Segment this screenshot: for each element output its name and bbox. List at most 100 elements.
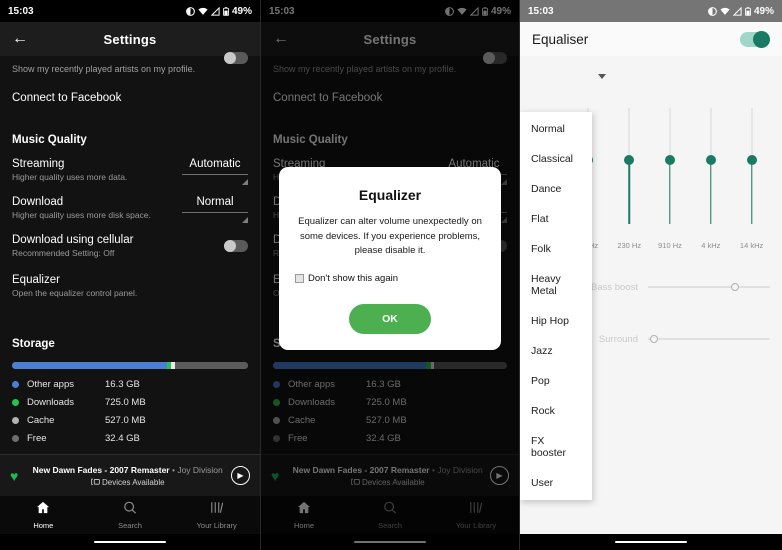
play-icon[interactable]: ▶ — [231, 466, 250, 485]
nav-library[interactable]: Your Library — [173, 501, 260, 530]
band-slider[interactable]: 230 Hz — [609, 108, 650, 258]
slider-thumb[interactable] — [664, 155, 675, 166]
devices-available-row[interactable]: Devices Available — [24, 475, 231, 487]
gesture-pill — [94, 540, 166, 544]
now-playing-text: New Dawn Fades - 2007 Remaster • Joy Div… — [24, 465, 231, 487]
band-slider[interactable]: 910 Hz — [650, 108, 691, 258]
preset-item[interactable]: Classical — [520, 144, 592, 174]
legend-label: Other apps — [27, 379, 74, 390]
music-quality-heading: Music Quality — [12, 134, 87, 146]
nav-home[interactable]: Home — [0, 501, 87, 530]
bass-boost-slider[interactable] — [648, 280, 770, 294]
recently-played-row[interactable]: Show my recently played artists on my pr… — [12, 52, 248, 74]
heart-filled-icon[interactable]: ♥ — [10, 468, 18, 484]
legend-value: 16.3 GB — [105, 379, 140, 390]
preset-item[interactable]: Flat — [520, 204, 592, 234]
battery-percent: 49% — [231, 5, 252, 17]
panel-settings: 15:03 49% ← Settings Show my recently pl… — [0, 0, 261, 550]
toggle-knob — [753, 30, 770, 48]
bottom-nav: Home Search Your Library — [0, 496, 260, 534]
preset-item[interactable]: Folk — [520, 234, 592, 264]
dont-show-again-label: Don't show this again — [308, 273, 399, 285]
preset-item[interactable]: Heavy Metal — [520, 264, 592, 306]
cellular-toggle[interactable] — [224, 240, 248, 252]
band-frequency-label: 4 kHz — [701, 241, 721, 250]
streaming-value: Automatic — [189, 158, 241, 170]
setting-streaming[interactable]: Streaming Higher quality uses more data.… — [12, 158, 248, 196]
download-spinner[interactable]: Normal — [182, 196, 248, 223]
storage-legend-row: Cache 527.0 MB — [12, 415, 248, 433]
track-name: New Dawn Fades - 2007 Remaster — [32, 464, 170, 475]
surround-slider[interactable] — [648, 332, 770, 346]
band-sliders: 60 Hz230 Hz910 Hz4 kHz14 kHz — [568, 108, 772, 258]
slider-thumb[interactable] — [730, 283, 739, 291]
battery-icon — [744, 6, 751, 16]
status-time: 15:03 — [8, 5, 34, 17]
battery-icon — [222, 6, 229, 16]
preset-item[interactable]: User — [520, 468, 592, 498]
band-frequency-label: 910 Hz — [658, 241, 682, 250]
slider-thumb[interactable] — [705, 155, 716, 166]
equaliser-enable-toggle[interactable] — [740, 30, 770, 48]
page-title: Settings — [103, 31, 157, 47]
home-icon — [37, 501, 50, 513]
preset-item[interactable]: Jazz — [520, 336, 592, 366]
status-time: 15:03 — [528, 5, 554, 17]
slider-thumb[interactable] — [746, 155, 757, 166]
gesture-pill — [615, 540, 687, 544]
equaliser-title: Equaliser — [532, 31, 589, 47]
cellular-description: Recommended Setting: Off — [12, 248, 115, 258]
band-frequency-label: 14 kHz — [739, 241, 764, 250]
streaming-text: Streaming Higher quality uses more data. — [12, 158, 127, 182]
dont-show-again-row[interactable]: Don't show this again — [295, 273, 485, 304]
now-playing-bar[interactable]: ♥ New Dawn Fades - 2007 Remaster • Joy D… — [0, 454, 260, 496]
settings-body: Show my recently played artists on my pr… — [0, 52, 260, 451]
setting-download-cellular[interactable]: Download using cellular Recommended Sett… — [12, 234, 248, 274]
settings-header: ← Settings — [0, 22, 260, 56]
legend-label: Free — [27, 433, 47, 444]
legend-color-dot — [12, 417, 19, 424]
ok-button[interactable]: OK — [349, 304, 431, 335]
download-value: Normal — [196, 196, 234, 208]
slider-thumb[interactable] — [650, 335, 659, 343]
preset-item[interactable]: Pop — [520, 366, 592, 396]
download-label: Download — [12, 196, 64, 208]
preset-item[interactable]: FX booster — [520, 426, 592, 468]
screenshot-root: 15:03 49% ← Settings Show my recently pl… — [0, 0, 782, 550]
setting-download[interactable]: Download Higher quality uses more disk s… — [12, 196, 248, 234]
status-bar: 15:03 49% — [520, 0, 782, 22]
equalizer-description: Open the equalizer control panel. — [12, 288, 138, 298]
streaming-spinner[interactable]: Automatic — [182, 158, 248, 185]
legend-color-dot — [12, 435, 19, 442]
cellular-label: Download using cellular — [12, 234, 134, 246]
back-arrow-icon[interactable]: ← — [12, 31, 34, 47]
preset-item[interactable]: Normal — [520, 114, 592, 144]
chevron-down-icon[interactable] — [598, 74, 606, 79]
band-slider[interactable]: 14 kHz — [731, 108, 772, 258]
slider-track — [648, 338, 770, 340]
wifi-icon — [720, 7, 730, 15]
preset-item[interactable]: Rock — [520, 396, 592, 426]
devices-icon — [90, 478, 100, 485]
recently-played-toggle[interactable] — [224, 52, 248, 64]
dnd-icon — [186, 6, 195, 16]
storage-segment — [12, 362, 167, 369]
band-slider[interactable]: 4 kHz — [690, 108, 731, 258]
panel-equalizer-dialog: 15:03 49% ← Settings Show my recently pl… — [261, 0, 520, 550]
spinner-underline — [182, 212, 248, 213]
preset-dropdown-menu[interactable]: Normal Classical Dance Flat Folk Heavy Metal H… — [520, 112, 592, 500]
slider-track — [648, 286, 770, 288]
preset-item[interactable]: Dance — [520, 174, 592, 204]
legend-color-dot — [12, 399, 19, 406]
slider-thumb[interactable] — [624, 155, 635, 166]
dont-show-again-checkbox[interactable] — [295, 274, 304, 284]
dialog-title: Equalizer — [358, 187, 422, 203]
slider-fill — [710, 160, 712, 224]
gesture-bar — [0, 534, 260, 550]
preset-item[interactable]: Hip Hop — [520, 306, 592, 336]
connect-to-facebook-row[interactable]: Connect to Facebook — [12, 74, 248, 104]
toggle-knob — [224, 52, 236, 64]
setting-equalizer[interactable]: Equalizer Open the equalizer control pan… — [12, 274, 248, 312]
nav-search[interactable]: Search — [87, 501, 174, 530]
gesture-bar — [520, 534, 782, 550]
